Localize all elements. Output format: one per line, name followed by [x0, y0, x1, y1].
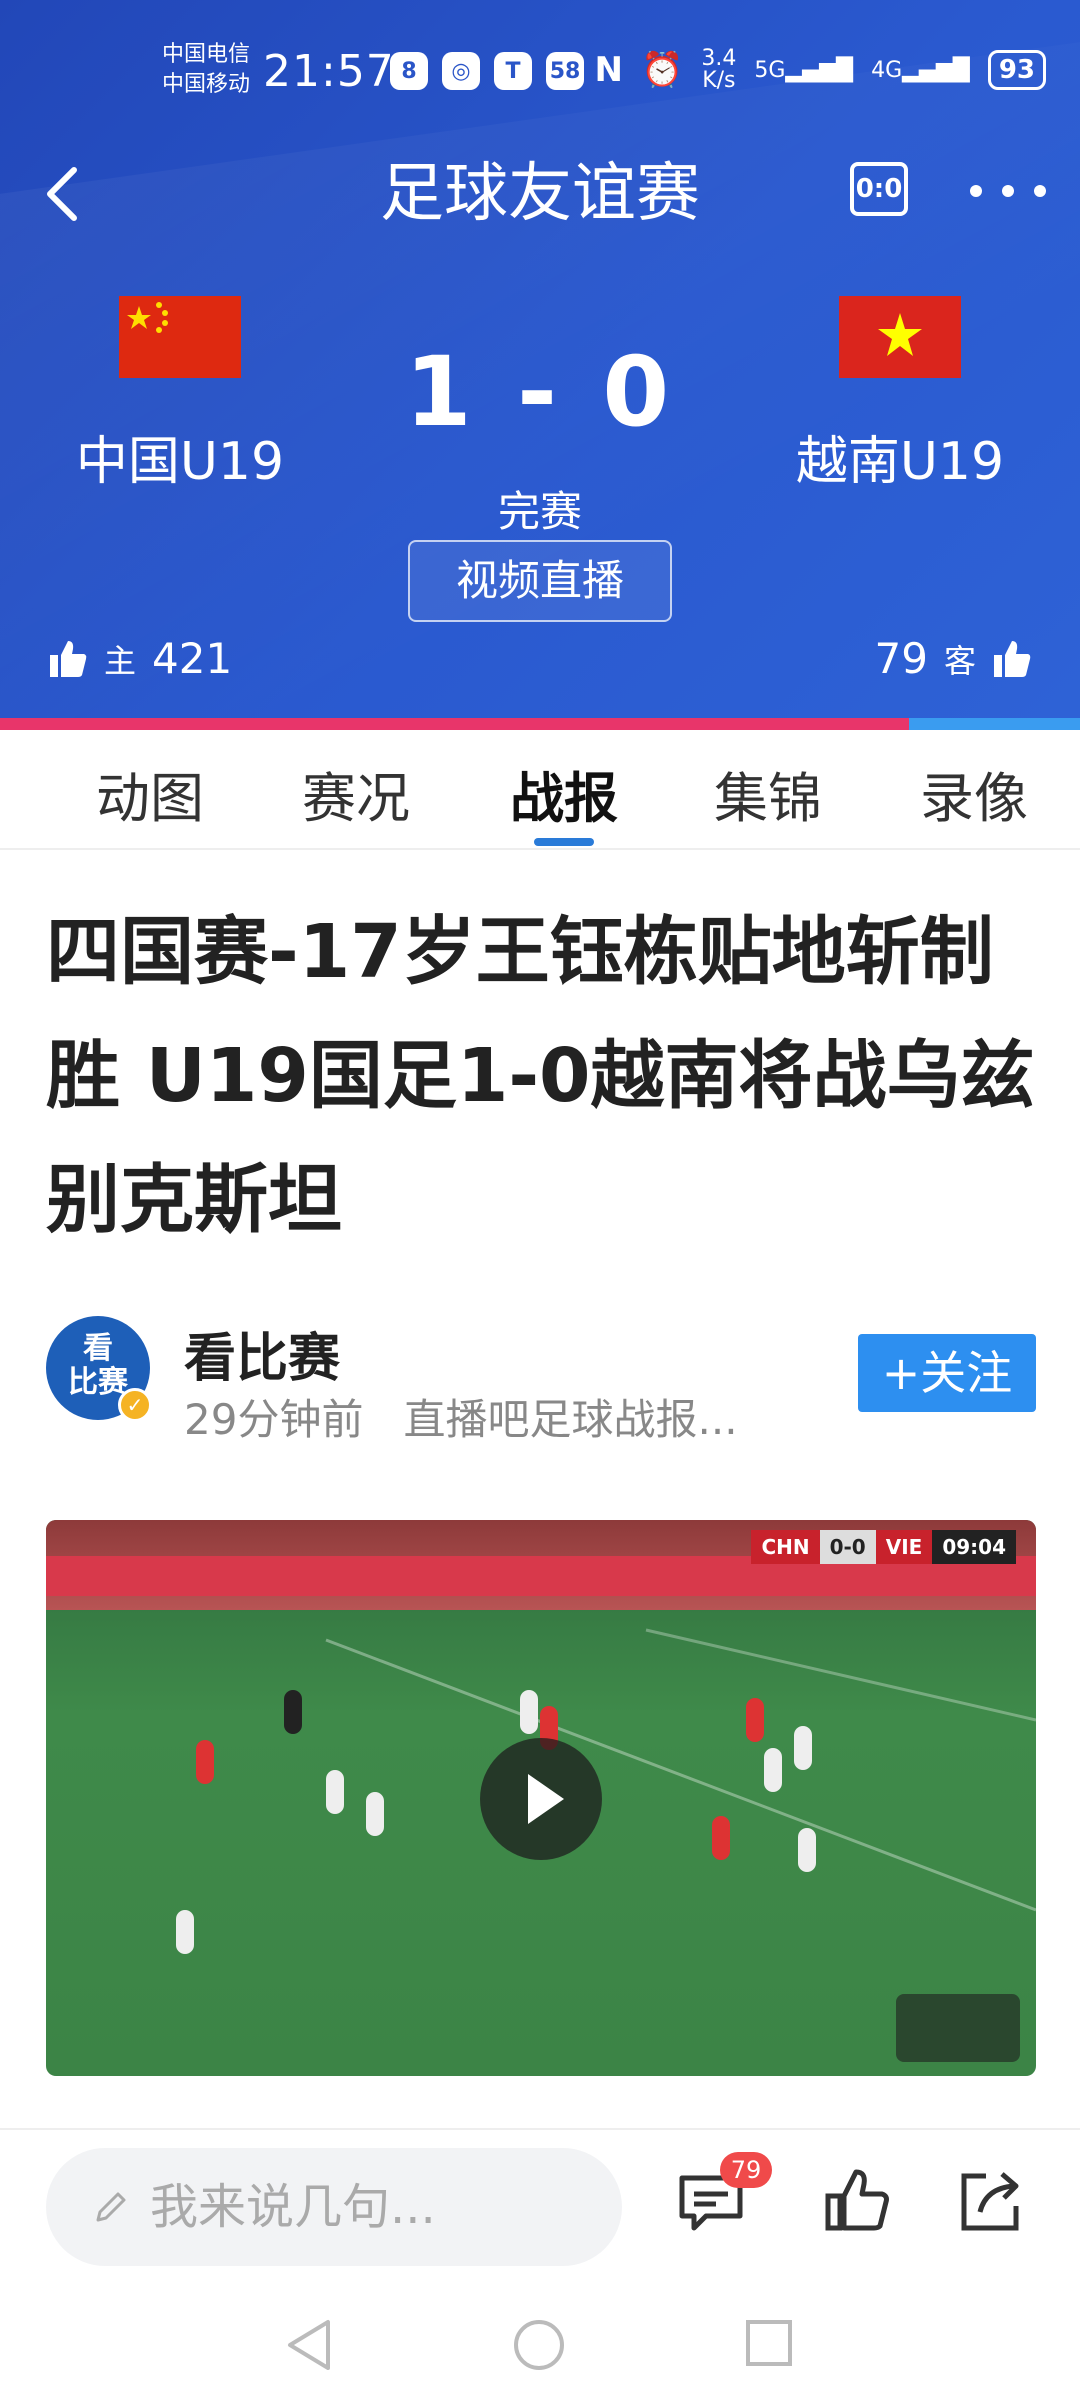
scoreboard-time: 09:04 — [932, 1530, 1016, 1564]
nfc-icon: N — [594, 50, 623, 90]
signal-5g-icon: 5G▂▄▆█ — [754, 57, 854, 83]
system-indicators: N ⏰ 3.4 K/s 5G▂▄▆█ 4G▂▄▆█ 93 — [595, 48, 1046, 92]
away-votes: 79 — [874, 634, 928, 683]
match-score: 1 - 0 — [404, 336, 676, 448]
app-notification-icon: 8 — [390, 52, 428, 90]
follow-button[interactable]: +关注 — [858, 1334, 1036, 1412]
player — [196, 1740, 214, 1784]
comment-input[interactable]: 我来说几句... — [46, 2148, 622, 2266]
away-label: 客 — [943, 641, 976, 680]
article-headline: 四国赛-17岁王钰栋贴地斩制胜 U19国足1-0越南将战乌兹别克斯坦 — [46, 909, 1035, 1243]
share-icon — [961, 2172, 1019, 2231]
bottom-action-bar: 我来说几句... 79 — [0, 2128, 1080, 2278]
verified-icon: ✓ — [118, 1388, 152, 1422]
nav-back-icon[interactable] — [284, 2318, 334, 2372]
dot-icon — [970, 185, 982, 197]
thumbs-up-icon — [994, 640, 1031, 677]
network-speed: 3.4 K/s — [701, 48, 736, 92]
player — [764, 1748, 782, 1792]
nav-home-icon[interactable] — [512, 2318, 566, 2372]
active-tab-indicator — [534, 838, 594, 846]
speed-unit: K/s — [702, 68, 736, 93]
article-source: 直播吧足球战报... — [403, 1395, 738, 1444]
nav-recents-icon[interactable] — [744, 2318, 794, 2368]
player — [712, 1816, 730, 1860]
home-votes: 421 — [152, 634, 233, 683]
video-scoreboard: CHN 0-0 VIE 09:04 — [751, 1530, 1016, 1564]
avatar-text: 看 — [83, 1331, 113, 1366]
scoreboard-away: VIE — [875, 1530, 933, 1564]
tab-bar: 动图 赛况 战报 集锦 录像 — [0, 730, 1080, 850]
tab-highlights[interactable]: 集锦 — [714, 754, 822, 833]
dot-icon — [1034, 185, 1046, 197]
video-watermark — [896, 1994, 1020, 2062]
tab-report[interactable]: 战报 — [510, 754, 618, 833]
referee — [284, 1690, 302, 1734]
author-name[interactable]: 看比赛 — [184, 1316, 340, 1391]
live-video-button[interactable]: 视频直播 — [408, 540, 672, 622]
away-vote[interactable]: 79 客 — [875, 634, 1032, 683]
status-bar: 中国电信 中国移动 21:57 8 ◎ T 58 N ⏰ 3.4 K/s 5G▂… — [0, 36, 1080, 106]
match-header: 中国电信 中国移动 21:57 8 ◎ T 58 N ⏰ 3.4 K/s 5G▂… — [0, 0, 1080, 718]
home-label: 主 — [104, 641, 137, 680]
home-vote[interactable]: 主 421 — [48, 634, 232, 683]
like-button[interactable] — [822, 2166, 892, 2236]
tab-replay[interactable]: 录像 — [920, 754, 1028, 833]
time-ago: 29分钟前 — [184, 1395, 364, 1444]
app-notification-icon: T — [494, 52, 532, 90]
carrier-1: 中国电信 — [162, 42, 251, 67]
net-label-2: 4G — [871, 57, 903, 83]
more-button[interactable] — [970, 162, 1046, 220]
player — [794, 1726, 812, 1770]
signal-4g-icon: 4G▂▄▆█ — [871, 57, 970, 83]
player — [176, 1910, 194, 1954]
player — [798, 1828, 816, 1872]
article-meta: 29分钟前 直播吧足球战报... — [184, 1386, 738, 1447]
net-label-1: 5G — [754, 57, 786, 83]
dot-icon — [1002, 185, 1014, 197]
scoreboard-home: CHN — [751, 1530, 820, 1564]
carrier-2: 中国移动 — [162, 72, 251, 97]
tab-gif[interactable]: 动图 — [96, 754, 204, 833]
video-player[interactable]: CHN 0-0 VIE 09:04 — [46, 1520, 1036, 2076]
away-vote-bar — [909, 718, 1080, 730]
share-button[interactable] — [956, 2166, 1026, 2236]
pencil-icon — [96, 2192, 126, 2222]
comment-placeholder: 我来说几句... — [150, 2179, 436, 2235]
home-vote-bar — [0, 718, 910, 730]
thumbs-up-icon — [825, 2169, 889, 2231]
system-navigation — [0, 2280, 1080, 2400]
player — [746, 1698, 764, 1742]
page-title: 足球友谊赛 — [380, 157, 700, 231]
author-row: 看 比赛 ✓ 看比赛 29分钟前 直播吧足球战报... +关注 — [46, 1316, 1046, 1446]
play-button[interactable] — [480, 1738, 602, 1860]
scoreboard-score: 0-0 — [819, 1530, 876, 1564]
vote-ratio-bar — [0, 718, 1080, 730]
thumbs-up-icon — [50, 640, 87, 677]
player — [366, 1792, 384, 1836]
alarm-icon: ⏰ — [641, 50, 684, 90]
scoreboard-button[interactable]: 0:0 — [850, 162, 908, 216]
tab-live-text[interactable]: 赛况 — [302, 754, 410, 833]
app-notification-icon: ◎ — [442, 52, 480, 90]
notification-icons: 8 ◎ T 58 — [390, 52, 584, 90]
match-status: 完赛 — [497, 487, 582, 536]
player — [520, 1690, 538, 1734]
player — [326, 1770, 344, 1814]
carrier-info: 中国电信 中国移动 — [162, 40, 250, 100]
top-nav: 足球友谊赛 0:0 — [0, 140, 1080, 250]
comment-count-badge: 79 — [720, 2152, 772, 2188]
app-notification-icon: 58 — [546, 52, 584, 90]
status-time: 21:57 — [263, 46, 395, 97]
battery-icon: 93 — [987, 50, 1046, 90]
